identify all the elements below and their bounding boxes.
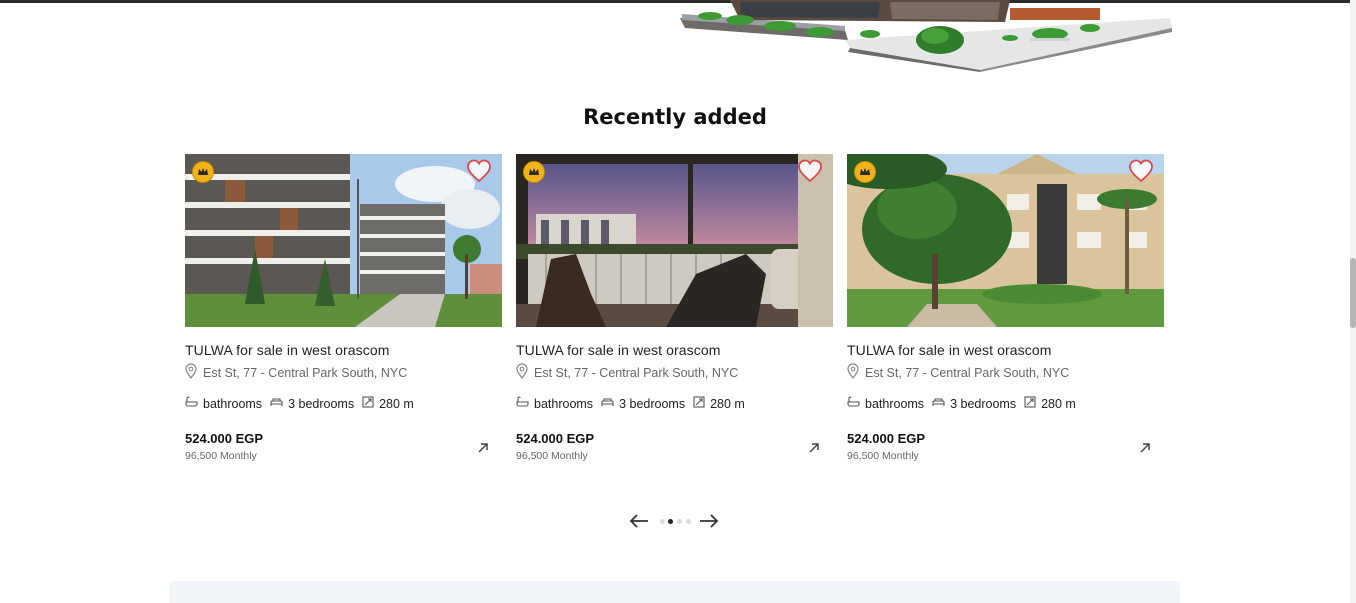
pager-dot-active[interactable] bbox=[668, 519, 673, 524]
heart-icon[interactable] bbox=[797, 158, 823, 184]
page-scrollbar[interactable] bbox=[1350, 0, 1356, 603]
area-icon bbox=[693, 396, 705, 411]
listing-photo[interactable] bbox=[847, 154, 1164, 327]
listing-monthly: 96,500 Monthly bbox=[185, 450, 257, 462]
bed-icon bbox=[270, 396, 283, 411]
area-icon bbox=[1024, 396, 1036, 411]
bed-icon bbox=[601, 396, 614, 411]
area-label: 280 m bbox=[710, 396, 745, 411]
crown-badge-icon bbox=[854, 161, 876, 183]
bathtub-icon bbox=[185, 396, 198, 411]
arrow-left-icon[interactable] bbox=[628, 512, 650, 530]
carousel-pager bbox=[628, 512, 722, 530]
listing-address: Est St, 77 - Central Park South, NYC bbox=[185, 363, 407, 382]
pager-dot[interactable] bbox=[686, 519, 691, 524]
arrow-up-right-icon[interactable] bbox=[476, 441, 490, 455]
bathrooms-label: bathrooms bbox=[203, 396, 263, 411]
crown-badge-icon bbox=[523, 161, 545, 183]
crown-badge-icon bbox=[192, 161, 214, 183]
arrow-up-right-icon[interactable] bbox=[1138, 441, 1152, 455]
bathtub-icon bbox=[516, 396, 529, 411]
listing-title[interactable]: TULWA for sale in west orascom bbox=[185, 342, 390, 358]
bathrooms-label: bathrooms bbox=[534, 396, 594, 411]
bed-icon bbox=[932, 396, 945, 411]
listing-title[interactable]: TULWA for sale in west orascom bbox=[516, 342, 721, 358]
next-section-panel bbox=[169, 581, 1180, 603]
location-pin-icon bbox=[185, 363, 197, 382]
listing-price: 524.000 EGP bbox=[185, 431, 264, 446]
listing-photo[interactable] bbox=[516, 154, 833, 327]
area-label: 280 m bbox=[1041, 396, 1076, 411]
pager-dot[interactable] bbox=[660, 519, 665, 524]
listing-features: bathrooms 3 bedrooms 280 m bbox=[185, 396, 422, 411]
listing-monthly: 96,500 Monthly bbox=[516, 450, 588, 462]
scrollbar-thumb[interactable] bbox=[1350, 258, 1356, 328]
bedrooms-label: 3 bedrooms bbox=[950, 396, 1017, 411]
arrow-right-icon[interactable] bbox=[698, 512, 720, 530]
hero-house-illustration bbox=[680, 0, 1175, 72]
listing-price: 524.000 EGP bbox=[847, 431, 926, 446]
heart-icon[interactable] bbox=[466, 158, 492, 184]
section-title: Recently added bbox=[583, 105, 767, 129]
listing-card[interactable]: TULWA for sale in west orascom Est St, 7… bbox=[185, 154, 502, 474]
listing-monthly: 96,500 Monthly bbox=[847, 450, 919, 462]
listing-card[interactable]: TULWA for sale in west orascom Est St, 7… bbox=[847, 154, 1164, 474]
listing-photo[interactable] bbox=[185, 154, 502, 327]
listing-features: bathrooms 3 bedrooms 280 m bbox=[847, 396, 1084, 411]
listing-address: Est St, 77 - Central Park South, NYC bbox=[847, 363, 1069, 382]
address-text: Est St, 77 - Central Park South, NYC bbox=[203, 365, 408, 380]
listing-price: 524.000 EGP bbox=[516, 431, 595, 446]
listing-title[interactable]: TULWA for sale in west orascom bbox=[847, 342, 1052, 358]
location-pin-icon bbox=[516, 363, 528, 382]
listing-card[interactable]: TULWA for sale in west orascom Est St, 7… bbox=[516, 154, 833, 474]
location-pin-icon bbox=[847, 363, 859, 382]
bathtub-icon bbox=[847, 396, 860, 411]
listing-features: bathrooms 3 bedrooms 280 m bbox=[516, 396, 753, 411]
area-label: 280 m bbox=[379, 396, 414, 411]
arrow-up-right-icon[interactable] bbox=[807, 441, 821, 455]
pager-dot[interactable] bbox=[677, 519, 682, 524]
bedrooms-label: 3 bedrooms bbox=[288, 396, 355, 411]
listing-address: Est St, 77 - Central Park South, NYC bbox=[516, 363, 738, 382]
address-text: Est St, 77 - Central Park South, NYC bbox=[534, 365, 739, 380]
address-text: Est St, 77 - Central Park South, NYC bbox=[865, 365, 1070, 380]
bathrooms-label: bathrooms bbox=[865, 396, 925, 411]
area-icon bbox=[362, 396, 374, 411]
bedrooms-label: 3 bedrooms bbox=[619, 396, 686, 411]
heart-icon[interactable] bbox=[1128, 158, 1154, 184]
